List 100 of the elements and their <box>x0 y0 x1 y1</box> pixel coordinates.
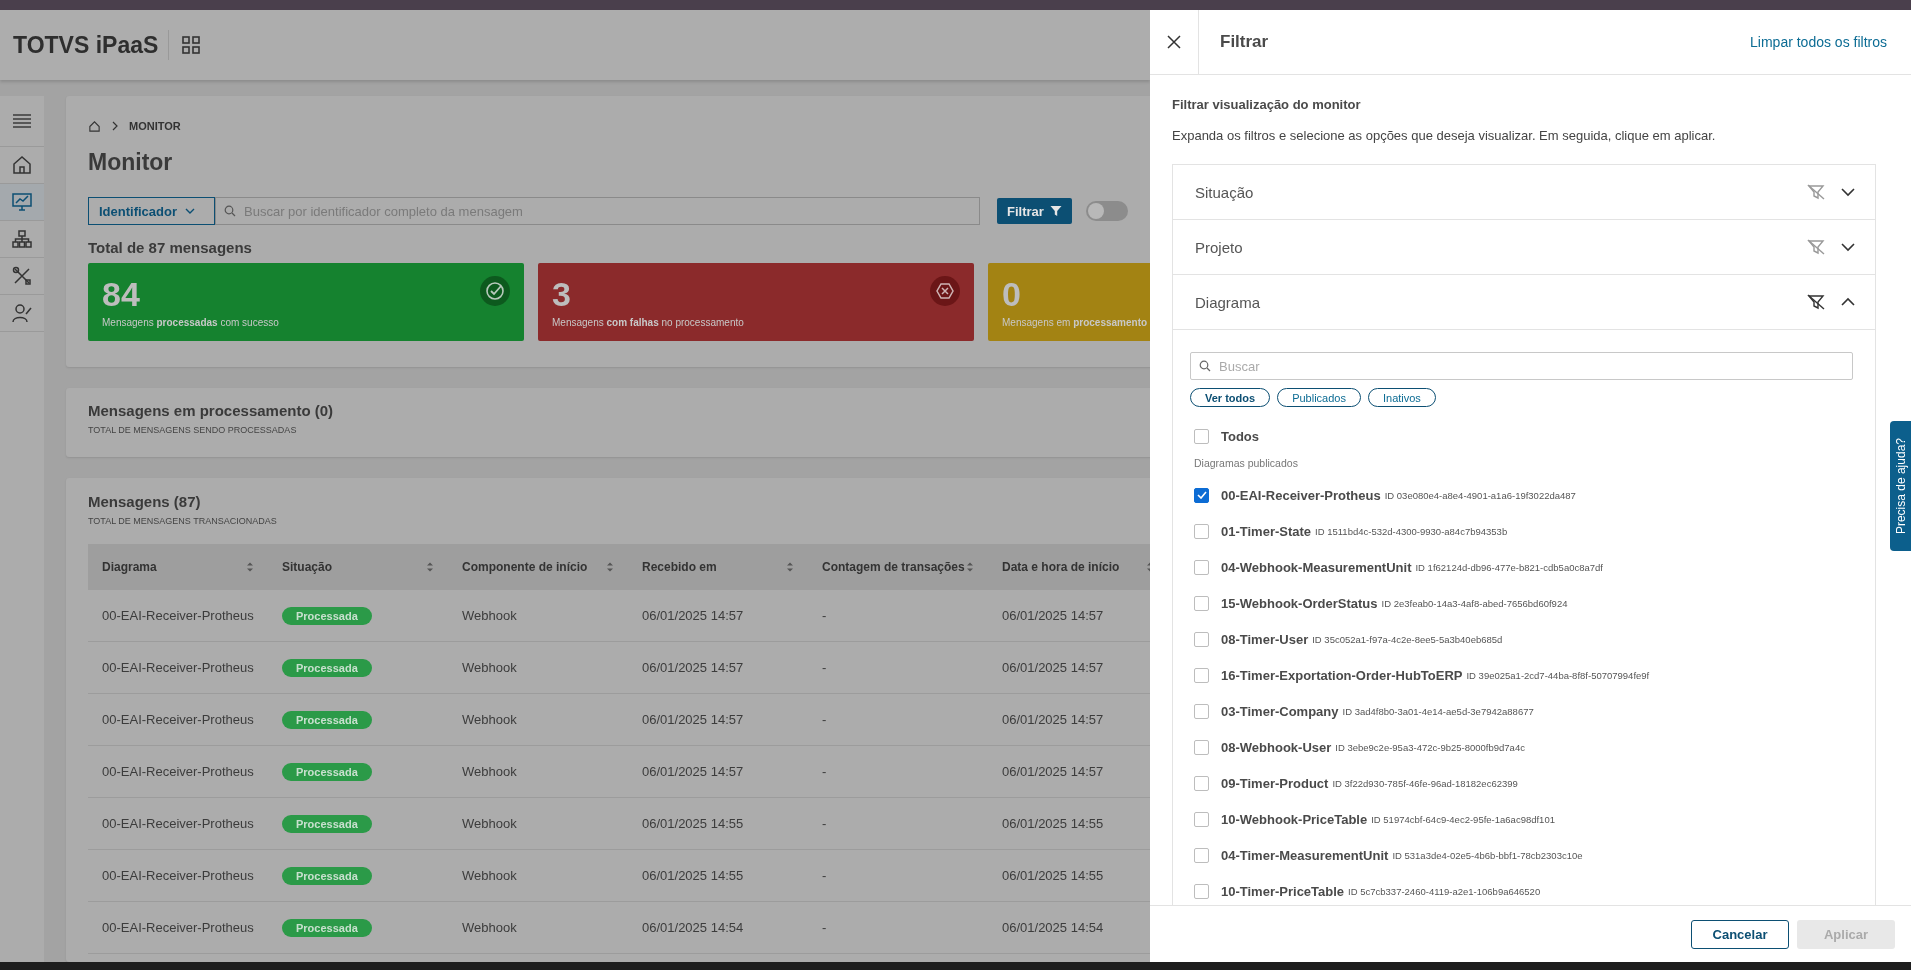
filter-type-dropdown[interactable]: Identificador <box>88 197 215 225</box>
accordion-header[interactable]: Projeto <box>1173 220 1875 274</box>
search-field[interactable]: Buscar <box>1190 352 1853 380</box>
filter-button[interactable]: Filtrar <box>997 198 1072 224</box>
sort-icon[interactable] <box>786 561 794 573</box>
clear-filter-icon[interactable] <box>1807 294 1825 310</box>
page-title: Monitor <box>88 148 174 176</box>
column-header[interactable]: Diagrama <box>102 560 157 574</box>
home-icon[interactable] <box>88 119 101 133</box>
status-card[interactable]: 84 Mensagens processadas com sucesso <box>88 263 524 341</box>
column-header[interactable]: Contagem de transações <box>822 560 965 574</box>
checkbox[interactable] <box>1194 739 1209 755</box>
checkbox[interactable] <box>1194 559 1209 575</box>
option-label: 08-Webhook-User <box>1221 739 1332 755</box>
filter-chip[interactable]: Ver todos <box>1190 388 1271 407</box>
option-label: 08-Timer-User <box>1221 631 1309 647</box>
option-label: 10-Timer-PriceTable <box>1221 883 1345 899</box>
table-cell: 06/01/2025 14:55 <box>642 816 744 831</box>
accordion-label: Diagrama <box>1195 293 1262 311</box>
table-cell: 06/01/2025 14:57 <box>1002 608 1104 623</box>
status-tag: Processada <box>282 918 372 937</box>
table-cell: - <box>822 920 827 935</box>
checkbox[interactable] <box>1194 775 1209 791</box>
sort-icon[interactable] <box>606 561 614 573</box>
sort-icon[interactable] <box>426 561 434 573</box>
accordion-header[interactable]: Situação <box>1173 165 1875 219</box>
status-tag: Processada <box>282 762 372 781</box>
checkbox[interactable] <box>1194 631 1209 647</box>
total-count: Total de 87 mensagens <box>88 239 253 256</box>
checkbox[interactable] <box>1194 883 1209 899</box>
card-title: Mensagens em processamento (0) <box>88 402 335 419</box>
network-icon[interactable] <box>11 228 33 250</box>
clear-filters-link[interactable]: Limpar todos os filtros <box>1750 34 1887 50</box>
stat-value: 84 <box>102 275 141 313</box>
tools-icon[interactable] <box>11 265 33 287</box>
filter-chip[interactable]: Inativos <box>1367 388 1436 407</box>
breadcrumb-item[interactable]: MONITOR <box>129 120 181 132</box>
sort-icon[interactable] <box>966 561 974 573</box>
option-id: ID 3ad4f8b0-3a01-4e14-ae5d-3e7942a88677 <box>1342 705 1534 717</box>
status-card[interactable]: 3 Mensagens com falhas no processamento <box>538 263 974 341</box>
option-id: ID 1f62124d-db96-477e-b821-cdb5a0c8a7df <box>1415 561 1603 573</box>
toggle-switch[interactable] <box>1085 201 1128 221</box>
status-tag: Processada <box>282 710 372 729</box>
checkbox[interactable] <box>1194 428 1209 444</box>
table-cell: 06/01/2025 14:54 <box>642 920 744 935</box>
drawer-title: Filtrar <box>1220 32 1270 52</box>
option-label: 04-Timer-MeasurementUnit <box>1221 847 1389 863</box>
table-cell: 06/01/2025 14:57 <box>642 712 744 727</box>
column-header[interactable]: Componente de início <box>462 560 588 574</box>
accordion-header[interactable]: Diagrama <box>1173 275 1875 329</box>
close-icon[interactable] <box>1167 35 1181 49</box>
table-cell: 06/01/2025 14:57 <box>1002 764 1104 779</box>
apps-grid-icon[interactable] <box>181 35 202 55</box>
option-label: 04-Webhook-MeasurementUnit <box>1221 559 1412 575</box>
checkbox[interactable] <box>1194 667 1209 683</box>
option-label: 10-Webhook-PriceTable <box>1221 811 1368 827</box>
column-header[interactable]: Situação <box>282 560 332 574</box>
option-label: Todos <box>1221 428 1260 444</box>
option-id: ID 39e025a1-2cd7-44ba-8f8f-50707994fe9f <box>1466 669 1650 681</box>
search-icon <box>224 205 236 217</box>
table-cell: 06/01/2025 14:57 <box>642 660 744 675</box>
drawer-heading: Filtrar visualização do monitor <box>1172 97 1362 112</box>
chevron-down-icon[interactable] <box>1841 242 1855 252</box>
table-cell: 06/01/2025 14:55 <box>642 868 744 883</box>
table-cell: - <box>822 868 827 883</box>
cancel-button[interactable]: Cancelar <box>1691 919 1789 949</box>
stat-value: 3 <box>552 275 572 313</box>
monitor-chart-icon[interactable] <box>11 191 33 213</box>
help-tab[interactable]: Precisa de ajuda? <box>1890 421 1911 551</box>
column-header[interactable]: Recebido em <box>642 560 717 574</box>
status-tag: Processada <box>282 606 372 625</box>
sort-icon[interactable] <box>246 561 254 573</box>
filter-chip[interactable]: Publicados <box>1277 388 1361 407</box>
table-cell: - <box>822 608 827 623</box>
table-cell: 06/01/2025 14:55 <box>1002 816 1104 831</box>
chevron-down-icon[interactable] <box>1841 187 1855 197</box>
checkbox[interactable] <box>1194 847 1209 863</box>
table-cell: 00-EAI-Receiver-Protheus <box>102 660 254 675</box>
column-header[interactable]: Data e hora de início <box>1002 560 1120 574</box>
chevron-up-icon[interactable] <box>1841 297 1855 307</box>
table-cell: 06/01/2025 14:57 <box>1002 712 1104 727</box>
checkbox[interactable] <box>1194 811 1209 827</box>
app-title: TOTVS iPaaS <box>13 31 159 59</box>
checkbox[interactable] <box>1194 523 1209 539</box>
checkbox[interactable] <box>1194 703 1209 719</box>
card-subtitle: TOTAL DE MENSAGENS TRANSACIONADAS <box>88 516 278 526</box>
card-title: Mensagens (87) <box>88 493 202 510</box>
table-cell: 00-EAI-Receiver-Protheus <box>102 920 254 935</box>
table-cell: - <box>822 816 827 831</box>
table-cell: 00-EAI-Receiver-Protheus <box>102 608 254 623</box>
checkbox[interactable] <box>1194 487 1209 503</box>
table-cell: Webhook <box>462 816 517 831</box>
user-edit-icon[interactable] <box>11 302 33 324</box>
home-icon[interactable] <box>11 154 33 176</box>
checkbox[interactable] <box>1194 595 1209 611</box>
option-label: 01-Timer-State <box>1221 523 1312 539</box>
stat-value: 0 <box>1002 275 1022 313</box>
accordion-label: Projeto <box>1195 238 1244 256</box>
option-label: 16-Timer-Exportation-Order-HubToERP <box>1221 667 1463 683</box>
menu-icon[interactable] <box>12 113 32 129</box>
